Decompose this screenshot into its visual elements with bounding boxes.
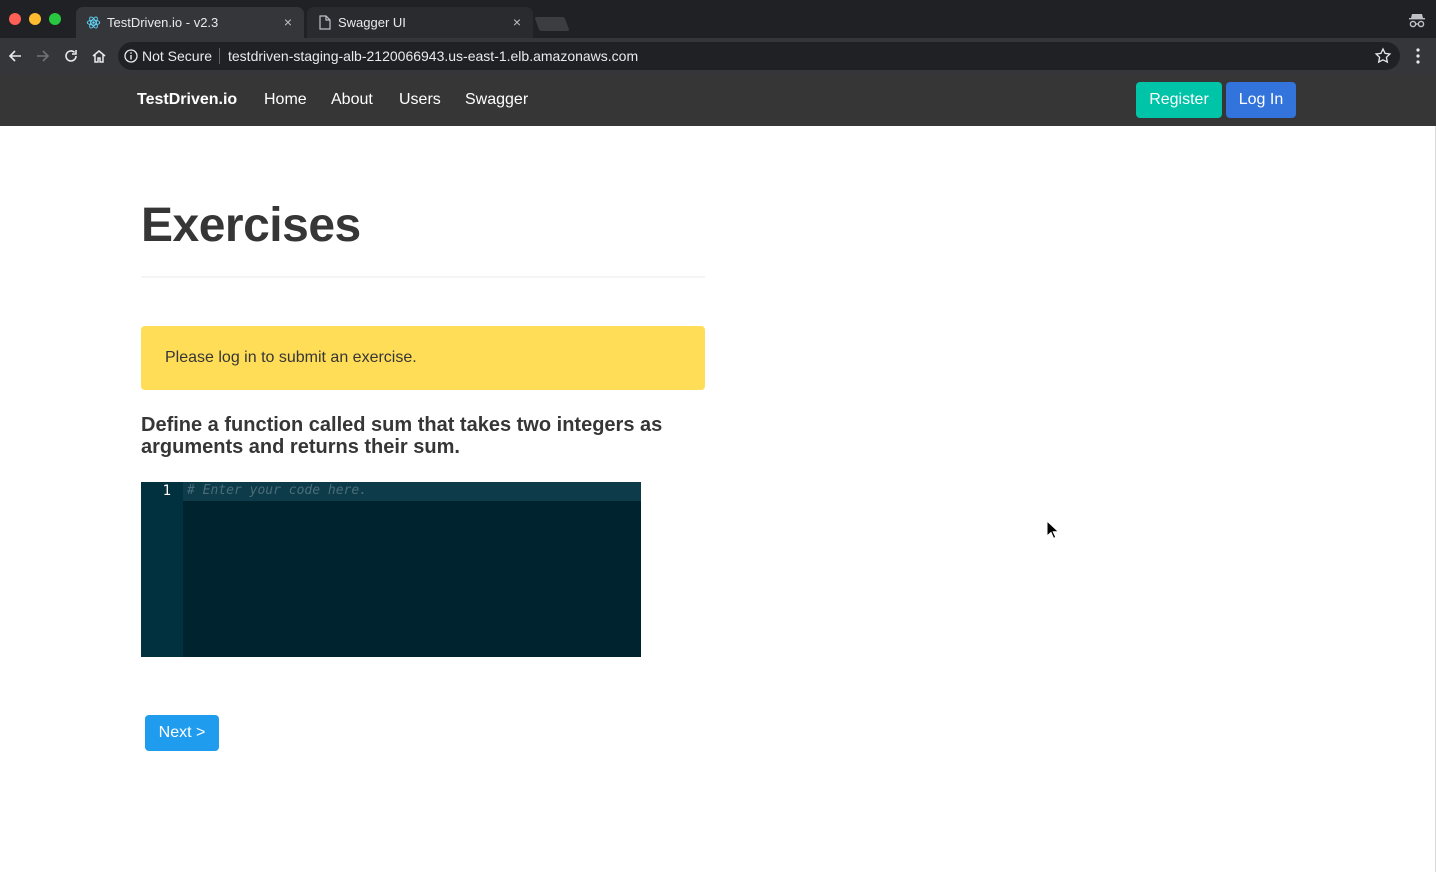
close-tab-icon[interactable]: × (509, 14, 525, 30)
url-text[interactable]: testdriven-staging-alb-2120066943.us-eas… (228, 48, 638, 64)
forward-arrow-icon[interactable] (33, 46, 53, 66)
page-title: Exercises (141, 199, 361, 252)
tab-title: Swagger UI (338, 15, 406, 30)
omnibox-divider (219, 48, 220, 64)
title-divider (141, 276, 705, 278)
browser-menu-icon[interactable] (1412, 46, 1424, 66)
address-bar[interactable]: Not Secure testdriven-staging-alb-212006… (118, 42, 1400, 70)
back-arrow-icon[interactable] (5, 46, 25, 66)
reload-icon[interactable] (61, 46, 81, 66)
info-icon[interactable] (124, 49, 138, 63)
next-button[interactable]: Next > (145, 715, 219, 751)
incognito-icon (1408, 11, 1426, 29)
line-number: 1 (162, 483, 171, 499)
notice-text: Please log in to submit an exercise. (165, 349, 417, 366)
close-tab-icon[interactable]: × (280, 14, 296, 30)
security-label[interactable]: Not Secure (142, 48, 212, 64)
nav-link-home[interactable]: Home (264, 91, 307, 109)
brand-link[interactable]: TestDriven.io (137, 91, 237, 109)
nav-link-about[interactable]: About (331, 91, 373, 109)
site-navbar: TestDriven.io Home About Users Swagger R… (0, 74, 1436, 126)
new-tab-button[interactable] (534, 17, 570, 31)
home-icon[interactable] (89, 46, 109, 66)
code-editor[interactable]: 1 # Enter your code here. (141, 482, 641, 657)
tab-testdriven[interactable]: TestDriven.io - v2.3 × (76, 7, 304, 38)
nav-link-users[interactable]: Users (399, 91, 441, 109)
register-button[interactable]: Register (1136, 82, 1222, 118)
bookmark-star-icon[interactable] (1374, 47, 1392, 65)
close-window-button[interactable] (9, 13, 21, 25)
login-notice: Please log in to submit an exercise. (141, 326, 705, 390)
browser-titlebar: TestDriven.io - v2.3 × Swagger UI × (0, 0, 1436, 38)
minimize-window-button[interactable] (29, 13, 41, 25)
react-atom-icon (86, 15, 101, 30)
document-icon (317, 15, 332, 30)
editor-gutter: 1 (141, 482, 183, 657)
browser-toolbar: Not Secure testdriven-staging-alb-212006… (0, 38, 1436, 74)
editor-placeholder[interactable]: # Enter your code here. (187, 483, 367, 498)
login-button[interactable]: Log In (1226, 82, 1296, 118)
nav-link-swagger[interactable]: Swagger (465, 91, 528, 109)
tab-title: TestDriven.io - v2.3 (107, 15, 219, 30)
maximize-window-button[interactable] (49, 13, 61, 25)
exercise-prompt: Define a function called sum that takes … (141, 414, 663, 458)
tab-swagger[interactable]: Swagger UI × (307, 7, 533, 38)
mouse-pointer-icon (1046, 519, 1060, 540)
